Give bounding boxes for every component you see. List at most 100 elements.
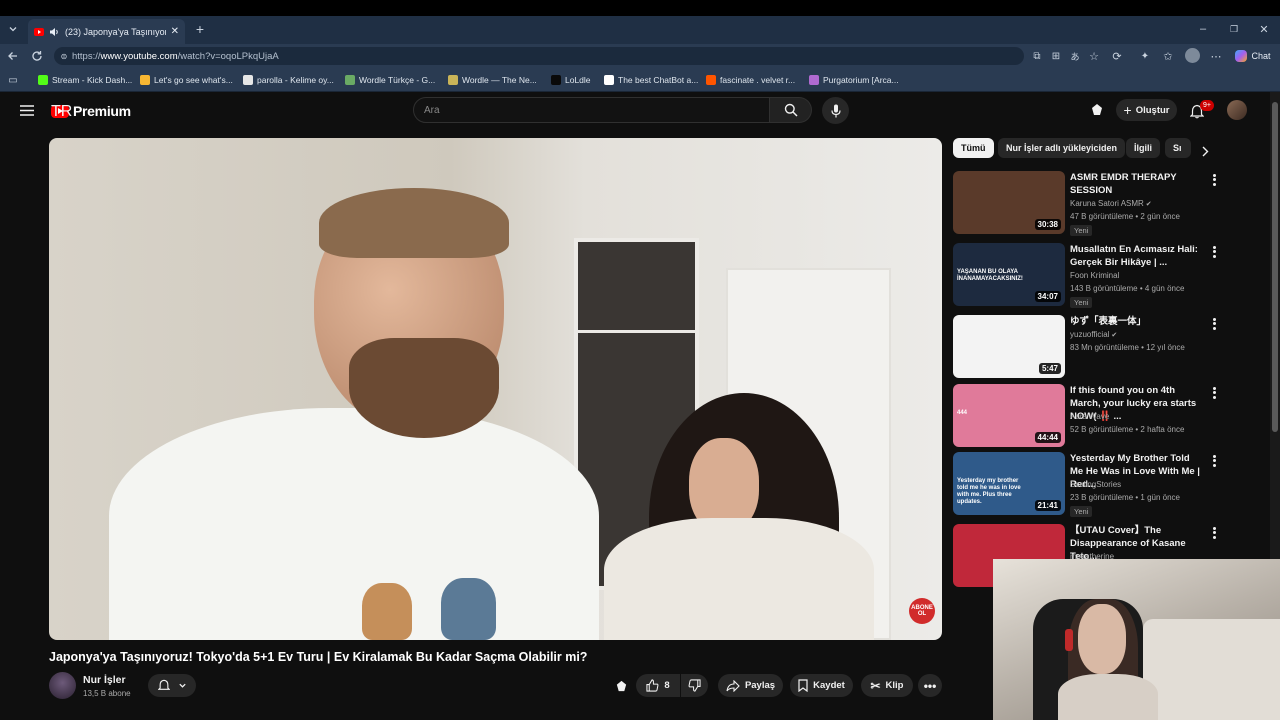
new-tab-plus-icon[interactable]: + xyxy=(193,21,207,37)
thumbs-down-icon xyxy=(688,679,701,692)
more-vertical-icon[interactable] xyxy=(1209,173,1219,187)
recommendation-item[interactable]: Yesterday my brother told me he was in l… xyxy=(953,452,1216,518)
recommendation-channel[interactable]: Aura Wave xyxy=(1070,412,1109,421)
bookmark-item[interactable]: Wordle Türkçe - G... xyxy=(345,73,435,87)
bookmark-label: Purgatorium [Arca... xyxy=(823,75,899,85)
browser-tab-youtube[interactable]: (23) Japonya'ya Taşınıyoruz! T ✕ xyxy=(28,19,185,44)
recommendation-thumbnail[interactable]: YAŞANAN BU OLAYA İNANAMAYACAKSINIZ! 34:07 xyxy=(953,243,1065,306)
chevron-right-icon[interactable] xyxy=(1196,142,1214,160)
more-vertical-icon[interactable] xyxy=(1209,454,1219,468)
duration-badge: 30:38 xyxy=(1034,219,1061,230)
premium-gem-icon[interactable] xyxy=(1089,102,1105,118)
chatbot-icon xyxy=(604,75,614,85)
bookmark-item[interactable]: Wordle — The Ne... xyxy=(448,73,537,87)
copilot-chat-button[interactable]: Chat xyxy=(1232,48,1274,64)
share-button[interactable]: Paylaş xyxy=(718,674,783,697)
more-actions-button[interactable]: ••• xyxy=(918,674,942,697)
chip-all[interactable]: Tümü xyxy=(953,138,994,158)
recommendation-channel[interactable]: ScalingStories xyxy=(1070,480,1121,489)
voice-search-button[interactable] xyxy=(822,97,849,124)
minimize-icon[interactable]: – xyxy=(1196,22,1210,36)
bookmark-item[interactable]: Let's go see what's... xyxy=(140,73,233,87)
recommendation-channel[interactable]: Foon Kriminal xyxy=(1070,271,1119,280)
recommendation-item[interactable]: YAŞANAN BU OLAYA İNANAMAYACAKSINIZ! 34:07… xyxy=(953,243,1216,309)
bookmark-item[interactable]: The best ChatBot a... xyxy=(604,73,698,87)
search-placeholder: Ara xyxy=(424,104,440,116)
reading-list-icon[interactable]: ▭ xyxy=(6,74,20,86)
channel-avatar[interactable] xyxy=(49,672,76,699)
tab-list-chevron-icon[interactable] xyxy=(6,22,20,36)
search-input[interactable]: Ara xyxy=(413,97,770,123)
webcam-headphones xyxy=(1065,629,1073,651)
scrollbar-thumb[interactable] xyxy=(1272,102,1278,432)
grid-apps-icon[interactable]: ⊞ xyxy=(1049,49,1063,63)
more-menu-icon[interactable]: ⋯ xyxy=(1209,49,1223,63)
recommendation-title[interactable]: ゆず「表裏一体」 xyxy=(1070,315,1205,328)
favorite-star-icon[interactable]: ☆ xyxy=(1087,49,1101,63)
chip-related[interactable]: İlgili xyxy=(1126,138,1160,158)
bookmark-item[interactable]: parolla - Kelime oy... xyxy=(243,73,334,87)
reload-icon[interactable] xyxy=(29,48,45,64)
subscribe-watermark[interactable]: ABONE OL xyxy=(909,598,935,624)
refresh-extension-icon[interactable]: ⟳ xyxy=(1110,49,1124,63)
more-horizontal-icon: ••• xyxy=(923,678,937,693)
bell-icon xyxy=(157,679,170,690)
channel-name-text: ScalingStories xyxy=(1070,480,1122,489)
channel-name[interactable]: Nur İşler xyxy=(83,674,126,686)
tab-close-icon[interactable]: ✕ xyxy=(171,26,179,37)
back-arrow-icon[interactable] xyxy=(5,48,21,64)
verified-check-icon: ✔ xyxy=(1143,201,1152,208)
site-info-icon[interactable]: ⊜ xyxy=(58,50,70,62)
hamburger-menu-icon[interactable] xyxy=(18,102,36,118)
search-button[interactable] xyxy=(770,97,812,123)
window-close-icon[interactable]: ✕ xyxy=(1257,22,1271,36)
bookmark-icon xyxy=(798,679,808,692)
video-frame-shirt-print xyxy=(441,578,496,640)
url-field[interactable]: https://www.youtube.com/watch?v=oqoLPkqU… xyxy=(54,47,1024,65)
webcam-overlay xyxy=(993,559,1280,720)
bookmark-item[interactable]: Stream - Kick Dash... xyxy=(38,73,132,87)
recommendation-item[interactable]: 30:38 ASMR EMDR THERAPY SESSION Karuna Sat… xyxy=(953,171,1216,237)
recommendation-title[interactable]: ASMR EMDR THERAPY SESSION xyxy=(1070,171,1205,197)
dislike-button[interactable] xyxy=(681,674,708,697)
video-player[interactable]: ABONE OL xyxy=(49,138,942,640)
subscribed-notifications-button[interactable] xyxy=(148,674,196,697)
profile-avatar-icon[interactable] xyxy=(1185,48,1200,63)
kick-icon xyxy=(38,75,48,85)
bookmark-item[interactable]: Purgatorium [Arca... xyxy=(809,73,899,87)
url-host: www.youtube.com xyxy=(100,50,178,62)
chip-truncated[interactable]: Sı xyxy=(1165,138,1191,158)
speaker-icon[interactable] xyxy=(49,27,60,37)
grid-icon xyxy=(448,75,458,85)
more-vertical-icon[interactable] xyxy=(1209,386,1219,400)
more-vertical-icon[interactable] xyxy=(1209,526,1219,540)
recommendation-thumbnail[interactable]: 5:47 xyxy=(953,315,1065,378)
recommendation-item[interactable]: 5:47 ゆず「表裏一体」 yuzuofficial ✔ 83 Mn görüntül… xyxy=(953,315,1216,381)
logo-text: Premium xyxy=(73,103,131,119)
bookmark-item[interactable]: fascinate . velvet r... xyxy=(706,73,795,87)
translate-icon[interactable]: あ xyxy=(1068,49,1082,63)
recommendation-thumbnail[interactable]: 30:38 xyxy=(953,171,1065,234)
search-icon xyxy=(784,103,798,117)
create-button[interactable]: + Oluştur xyxy=(1116,99,1177,121)
recommendation-title[interactable]: Musallatın En Acımasız Hali: Gerçek Bir … xyxy=(1070,243,1205,269)
scissors-icon: ✂ xyxy=(870,678,881,693)
recommendation-thumbnail[interactable]: 444 44:44 xyxy=(953,384,1065,447)
recommendation-thumbnail[interactable]: Yesterday my brother told me he was in l… xyxy=(953,452,1065,515)
favorites-icon[interactable]: ✩ xyxy=(1161,49,1175,63)
app-available-icon[interactable]: ⧉ xyxy=(1030,49,1044,63)
clip-button[interactable]: ✂ Klip xyxy=(861,674,913,697)
recommendation-item[interactable]: 444 44:44 If this found you on 4th March, … xyxy=(953,384,1216,450)
recommendation-channel[interactable]: yuzuofficial ✔ xyxy=(1070,330,1117,339)
bookmark-item[interactable]: LoLdle xyxy=(551,73,591,87)
extensions-icon[interactable]: ✦ xyxy=(1138,49,1152,63)
more-vertical-icon[interactable] xyxy=(1209,245,1219,259)
restore-icon[interactable]: ❐ xyxy=(1227,22,1241,36)
recommendation-channel[interactable]: Karuna Satori ASMR ✔ xyxy=(1070,199,1152,208)
chip-from-uploader[interactable]: Nur İşler adlı yükleyiciden xyxy=(998,138,1126,158)
premium-gem-icon[interactable] xyxy=(612,677,630,695)
more-vertical-icon[interactable] xyxy=(1209,317,1219,331)
account-avatar[interactable] xyxy=(1227,100,1247,120)
like-button[interactable]: 8 xyxy=(636,674,680,697)
save-button[interactable]: Kaydet xyxy=(790,674,853,697)
